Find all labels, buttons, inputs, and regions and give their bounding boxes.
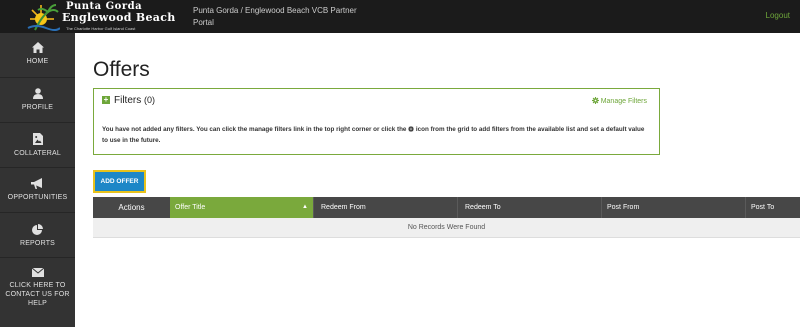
filters-description-part-1: You have not added any filters. You can … [102,126,407,133]
column-header-label: Offer Title [175,204,206,211]
sidebar-item-home[interactable]: HOME [0,33,75,78]
bullhorn-icon [31,178,42,189]
pie-chart-icon [32,224,43,235]
sidebar-item-label: OPPORTUNITIES [7,194,68,201]
column-header-post-to[interactable]: Post To [745,197,800,218]
home-icon [31,42,44,53]
sidebar-item-label: HOME [26,58,49,65]
envelope-icon [31,268,44,277]
filters-count: (0) [144,95,156,105]
sort-ascending-icon: ▲ [302,204,308,210]
page-title: Offers [93,58,150,81]
filters-panel: + Filters (0) Manage Filters You have no… [93,88,660,155]
add-offer-button[interactable]: ADD OFFER [93,170,146,193]
grid-header: Actions Offer Title ▲ Redeem From Redeem… [93,197,800,218]
expand-plus-icon[interactable]: + [102,96,110,104]
top-bar: Punta Gorda Englewood Beach The Charlott… [0,0,800,33]
column-header-post-from[interactable]: Post From [601,197,745,218]
column-header-offer-title[interactable]: Offer Title ▲ [170,197,313,218]
site-logo[interactable]: Punta Gorda Englewood Beach The Charlott… [0,0,186,33]
sidebar-item-label: REPORTS [19,240,56,247]
sidebar-item-label: COLLATERAL [14,150,61,157]
sidebar-item-opportunities[interactable]: OPPORTUNITIES [0,168,75,213]
portal-title: Punta Gorda / Englewood Beach VCB Partne… [193,6,357,27]
filters-description: You have not added any filters. You can … [102,124,652,146]
manage-filters-label: Manage Filters [600,98,647,105]
user-icon [32,88,43,99]
sidebar-item-profile[interactable]: PROFILE [0,78,75,123]
sidebar-item-label: PROFILE [21,104,54,111]
gear-icon [408,125,415,132]
logo-line-2: Englewood Beach [62,11,176,24]
image-file-icon [32,133,43,145]
column-header-actions: Actions [118,203,145,212]
gear-icon [591,97,599,104]
sidebar-item-collateral[interactable]: COLLATERAL [0,123,75,168]
logo-tagline: The Charlotte Harbor Gulf Island Coast [66,26,136,31]
sidebar-item-contact-help[interactable]: CLICK HERE TO CONTACT US FOR HELP [0,258,75,327]
grid-empty-message: No Records Were Found [93,218,800,238]
manage-filters-link[interactable]: Manage Filters [591,97,647,105]
sidebar: HOME PROFILE COLLATERAL OPPORTUNITIES RE… [0,33,75,327]
filters-heading: Filters (0) [114,95,155,106]
column-header-redeem-to[interactable]: Redeem To [457,197,601,218]
sidebar-item-label: CLICK HERE TO CONTACT US FOR HELP [5,282,70,307]
filters-label: Filters [114,95,142,106]
column-header-redeem-from[interactable]: Redeem From [313,197,457,218]
logout-link[interactable]: Logout [766,11,790,20]
sidebar-item-reports[interactable]: REPORTS [0,213,75,258]
sun-palm-logo-icon [27,4,60,31]
